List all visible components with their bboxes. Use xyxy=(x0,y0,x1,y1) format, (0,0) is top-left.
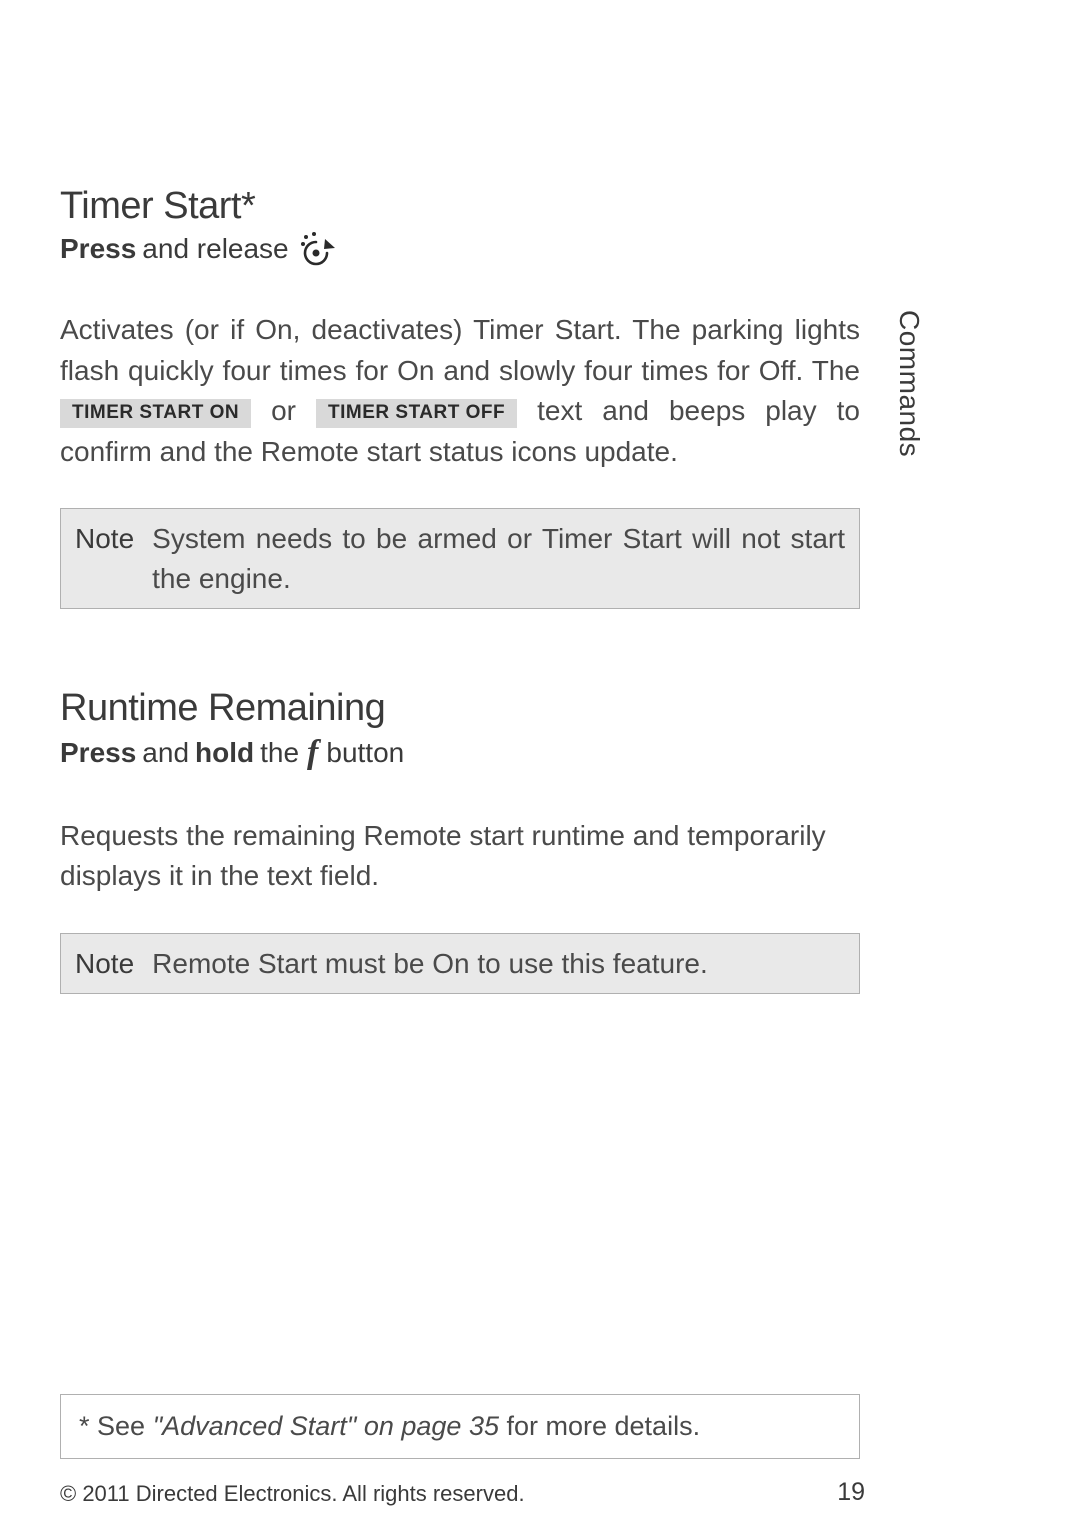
badge-timer-start-off: TIMER START OFF xyxy=(316,399,517,428)
note-text-2: Remote Start must be On to use this feat… xyxy=(150,934,859,993)
instruction-and-release: and release xyxy=(142,233,288,265)
note-text: System needs to be armed or Timer Start … xyxy=(150,509,859,607)
page-number: 19 xyxy=(837,1478,865,1507)
instruction-runtime: Press and hold the f button xyxy=(60,734,860,772)
para-or: or xyxy=(271,395,316,426)
instr-press: Press xyxy=(60,737,136,769)
badge-timer-start-on: TIMER START ON xyxy=(60,399,251,428)
footnote-pre: * See xyxy=(79,1411,153,1441)
note-label: Note xyxy=(61,509,150,568)
heading-timer-start: Timer Start* xyxy=(60,185,860,228)
para-text-1: Activates (or if On, deactivates) Timer … xyxy=(60,314,860,386)
paragraph-timer-start: Activates (or if On, deactivates) Timer … xyxy=(60,310,860,472)
instr-hold: hold xyxy=(195,737,254,769)
side-tab-commands: Commands xyxy=(893,310,925,457)
note-box-runtime: Note Remote Start must be On to use this… xyxy=(60,933,860,994)
remote-start-icon xyxy=(295,232,337,266)
note-label-2: Note xyxy=(61,934,150,993)
footnote-post: for more details. xyxy=(507,1411,701,1441)
instr-the: the xyxy=(260,737,299,769)
footnote-box: * See "Advanced Start" on page 35 for mo… xyxy=(60,1394,860,1459)
instr-and: and xyxy=(142,737,189,769)
instr-button: button xyxy=(326,737,404,769)
page-content: Timer Start* Press and release Activates xyxy=(60,185,860,994)
note-box-timer-start: Note System needs to be armed or Timer S… xyxy=(60,508,860,608)
paragraph-runtime: Requests the remaining Remote start runt… xyxy=(60,816,860,897)
instruction-press: Press xyxy=(60,233,136,265)
instruction-timer-start: Press and release xyxy=(60,232,860,266)
footnote-ref: "Advanced Start" on page 35 xyxy=(153,1411,499,1441)
f-button-icon: f xyxy=(305,734,320,772)
copyright-text: © 2011 Directed Electronics. All rights … xyxy=(60,1481,525,1507)
heading-runtime-remaining: Runtime Remaining xyxy=(60,687,860,730)
